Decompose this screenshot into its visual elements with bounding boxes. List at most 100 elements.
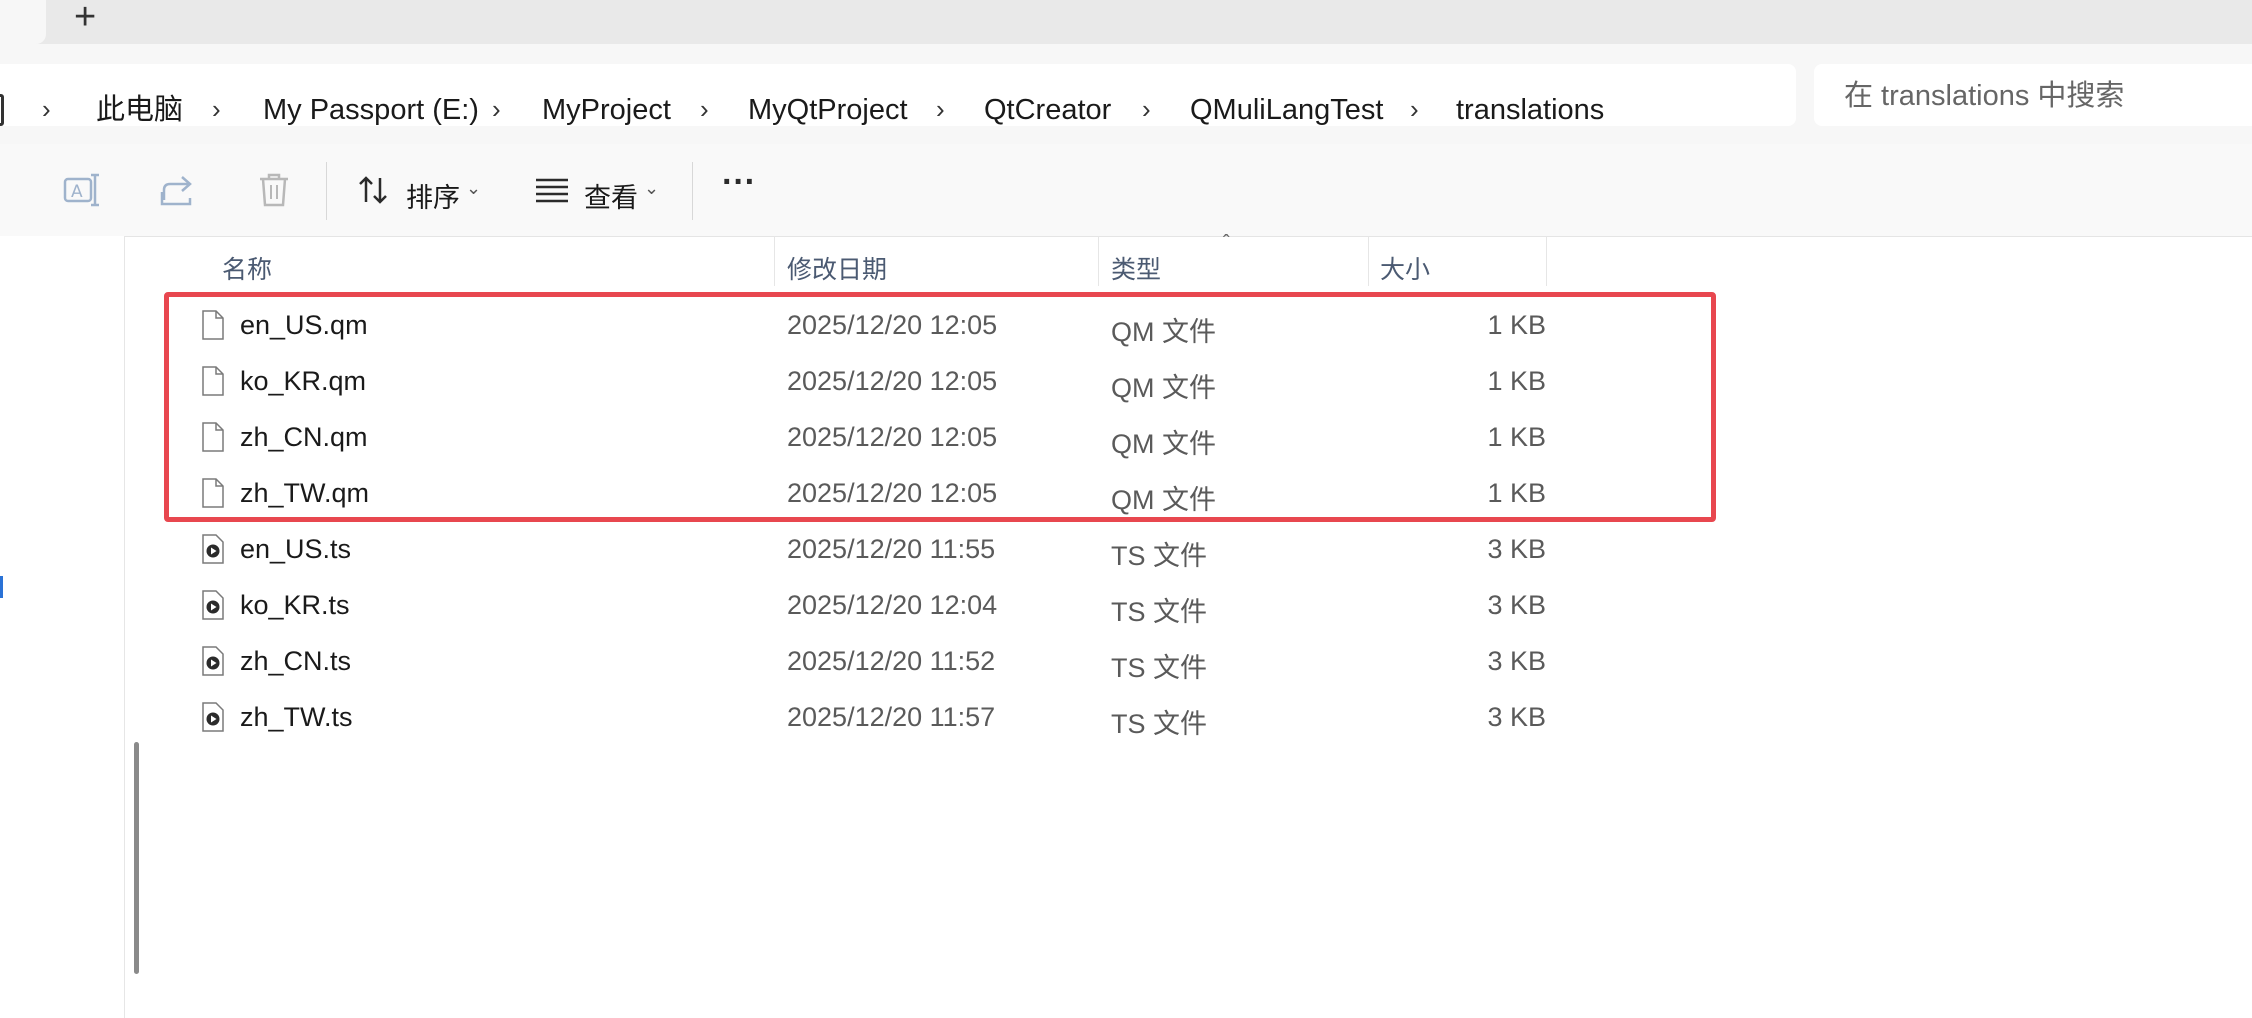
new-tab-button[interactable]: +	[74, 0, 96, 36]
column-divider[interactable]	[1546, 236, 1547, 286]
file-name: ko_KR.ts	[240, 590, 350, 620]
chevron-right-icon[interactable]: ›	[1410, 94, 1419, 124]
media-file-icon	[202, 590, 224, 620]
file-type: QM 文件	[1111, 373, 1216, 403]
file-name: zh_CN.qm	[240, 422, 368, 452]
column-header-name[interactable]: 名称	[222, 250, 272, 286]
navigation-pane[interactable]	[0, 236, 125, 1018]
column-divider[interactable]	[774, 236, 775, 286]
file-date: 2025/12/20 12:05	[787, 366, 998, 396]
breadcrumb-drive[interactable]: My Passport (E:)	[263, 94, 479, 126]
file-row[interactable]: zh_CN.qm 2025/12/20 12:05 QM 文件 1 KB	[156, 410, 1546, 466]
chevron-right-icon[interactable]: ›	[42, 94, 51, 124]
file-size: 3 KB	[1487, 590, 1546, 620]
file-icon	[202, 366, 224, 396]
breadcrumb-translations[interactable]: translations	[1456, 94, 1604, 126]
computer-icon	[0, 94, 4, 126]
chevron-down-icon: ⌄	[644, 178, 660, 198]
navigation-scrollbar[interactable]	[134, 742, 139, 974]
file-size: 1 KB	[1487, 310, 1546, 340]
breadcrumb-this-pc[interactable]: 此电脑	[96, 94, 183, 126]
file-date: 2025/12/20 11:52	[787, 646, 996, 676]
breadcrumb-myqtproject[interactable]: MyQtProject	[748, 94, 908, 126]
file-date: 2025/12/20 11:57	[787, 702, 996, 732]
view-lines-icon	[536, 178, 568, 203]
chevron-right-icon[interactable]: ›	[700, 94, 709, 124]
breadcrumb-myproject[interactable]: MyProject	[542, 94, 671, 126]
command-bar: A 排序 ⌄ 查看 ⌄ ···	[0, 144, 2252, 237]
chevron-right-icon[interactable]: ›	[212, 94, 221, 124]
file-type: TS 文件	[1111, 597, 1208, 627]
file-row[interactable]: en_US.ts 2025/12/20 11:55 TS 文件 3 KB	[156, 522, 1546, 578]
file-type: QM 文件	[1111, 317, 1216, 347]
column-header-size[interactable]: 大小	[1380, 250, 1430, 286]
file-date: 2025/12/20 12:05	[787, 478, 998, 508]
file-date: 2025/12/20 12:05	[787, 422, 998, 452]
tab-strip: ✕ +	[0, 0, 2252, 44]
chevron-right-icon[interactable]: ›	[936, 94, 945, 124]
breadcrumb-qtcreator[interactable]: QtCreator	[984, 94, 1111, 126]
sort-ascending-icon: ˆ	[1223, 232, 1230, 254]
file-date: 2025/12/20 12:04	[787, 590, 998, 620]
file-row[interactable]: zh_CN.ts 2025/12/20 11:52 TS 文件 3 KB	[156, 634, 1546, 690]
svg-text:A: A	[71, 182, 83, 202]
file-type: QM 文件	[1111, 485, 1216, 515]
file-size: 1 KB	[1487, 422, 1546, 452]
search-box[interactable]	[1814, 64, 2252, 126]
file-name: zh_TW.ts	[240, 702, 353, 732]
file-type: TS 文件	[1111, 709, 1208, 739]
file-size: 3 KB	[1487, 534, 1546, 564]
file-icon	[202, 478, 224, 508]
file-row[interactable]: ko_KR.ts 2025/12/20 12:04 TS 文件 3 KB	[156, 578, 1546, 634]
view-button[interactable]: 查看 ⌄	[534, 164, 664, 216]
file-icon	[202, 422, 224, 452]
file-name: ko_KR.qm	[240, 366, 367, 396]
address-row: › 此电脑 › My Passport (E:) › MyProject › M…	[0, 44, 2252, 144]
more-options-button[interactable]: ···	[722, 164, 762, 216]
file-name: zh_CN.ts	[240, 646, 352, 676]
breadcrumb-qmulilangtest[interactable]: QMuliLangTest	[1190, 94, 1383, 126]
address-bar[interactable]: › 此电脑 › My Passport (E:) › MyProject › M…	[0, 64, 1796, 126]
file-row[interactable]: zh_TW.ts 2025/12/20 11:57 TS 文件 3 KB	[156, 690, 1546, 746]
file-row[interactable]: zh_TW.qm 2025/12/20 12:05 QM 文件 1 KB	[156, 466, 1546, 522]
column-header-type[interactable]: 类型	[1111, 250, 1161, 286]
share-icon[interactable]	[158, 170, 198, 210]
column-divider[interactable]	[1368, 236, 1369, 286]
file-size: 1 KB	[1487, 478, 1546, 508]
sort-icon	[359, 176, 387, 204]
file-type: TS 文件	[1111, 653, 1208, 683]
file-date: 2025/12/20 12:05	[787, 310, 998, 340]
file-list: 名称 修改日期 类型 ˆ 大小 en_US.qm 2025/12/20 12:0…	[156, 232, 2252, 1018]
sort-label: 排序	[406, 183, 460, 213]
file-icon	[202, 310, 224, 340]
file-name: en_US.qm	[240, 310, 368, 340]
file-size: 3 KB	[1487, 646, 1546, 676]
view-label: 查看	[584, 183, 638, 213]
delete-icon[interactable]	[254, 170, 294, 210]
search-input[interactable]	[1842, 78, 2246, 114]
file-date: 2025/12/20 11:55	[787, 534, 996, 564]
column-header-date[interactable]: 修改日期	[787, 250, 887, 286]
toolbar-divider	[692, 162, 693, 220]
media-file-icon	[202, 702, 224, 732]
toolbar-divider	[326, 162, 327, 220]
media-file-icon	[202, 646, 224, 676]
file-size: 3 KB	[1487, 702, 1546, 732]
close-tab-icon[interactable]: ✕	[0, 0, 2, 18]
sort-button[interactable]: 排序 ⌄	[356, 164, 486, 216]
file-name: en_US.ts	[240, 534, 352, 564]
chevron-right-icon[interactable]: ›	[492, 94, 501, 124]
media-file-icon	[202, 534, 224, 564]
chevron-down-icon: ⌄	[466, 178, 482, 198]
active-tab[interactable]: ✕	[0, 0, 46, 44]
file-type: QM 文件	[1111, 429, 1216, 459]
file-row[interactable]: en_US.qm 2025/12/20 12:05 QM 文件 1 KB	[156, 298, 1546, 354]
file-size: 1 KB	[1487, 366, 1546, 396]
file-row[interactable]: ko_KR.qm 2025/12/20 12:05 QM 文件 1 KB	[156, 354, 1546, 410]
file-name: zh_TW.qm	[240, 478, 370, 508]
chevron-right-icon[interactable]: ›	[1142, 94, 1151, 124]
nav-selection-indicator	[0, 576, 3, 598]
column-divider[interactable]	[1098, 236, 1099, 286]
file-type: TS 文件	[1111, 541, 1208, 571]
rename-icon[interactable]: A	[62, 170, 102, 210]
